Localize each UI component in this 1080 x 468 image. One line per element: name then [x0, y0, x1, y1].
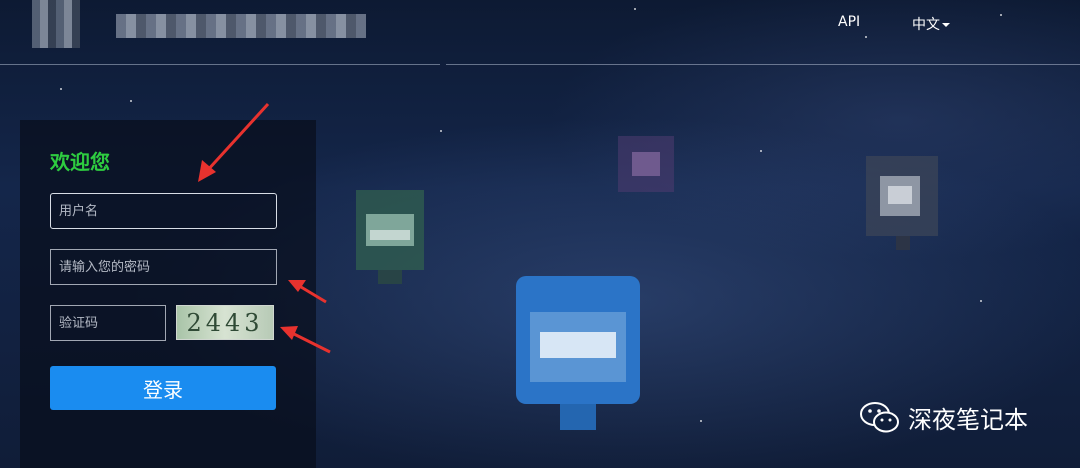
captcha-input[interactable] — [50, 305, 166, 341]
welcome-heading: 欢迎您 — [50, 150, 110, 174]
header: API 中文 — [0, 0, 1080, 64]
pixelated-app-icon — [356, 190, 424, 284]
header-divider — [0, 64, 440, 65]
language-label: 中文 — [912, 17, 940, 33]
login-panel: 欢迎您 2443 登录 — [20, 120, 316, 468]
password-input[interactable] — [50, 249, 277, 285]
captcha-image[interactable]: 2443 — [176, 305, 274, 340]
pixelated-app-icon — [866, 156, 938, 250]
watermark: 深夜笔记本 — [860, 400, 1028, 435]
site-logo[interactable] — [32, 0, 80, 48]
pixelated-app-icon — [516, 276, 640, 430]
language-dropdown[interactable]: 中文 — [912, 14, 950, 34]
header-divider-right — [446, 64, 1080, 65]
captcha-code: 2443 — [186, 308, 264, 337]
wechat-icon — [860, 401, 899, 432]
pixelated-app-icon — [618, 136, 674, 192]
username-input[interactable] — [50, 193, 277, 229]
nav-api-link[interactable]: API — [838, 14, 860, 30]
site-title-redacted — [116, 14, 366, 38]
login-button[interactable]: 登录 — [50, 366, 276, 410]
caret-down-icon — [942, 23, 950, 27]
watermark-text: 深夜笔记本 — [908, 406, 1028, 434]
